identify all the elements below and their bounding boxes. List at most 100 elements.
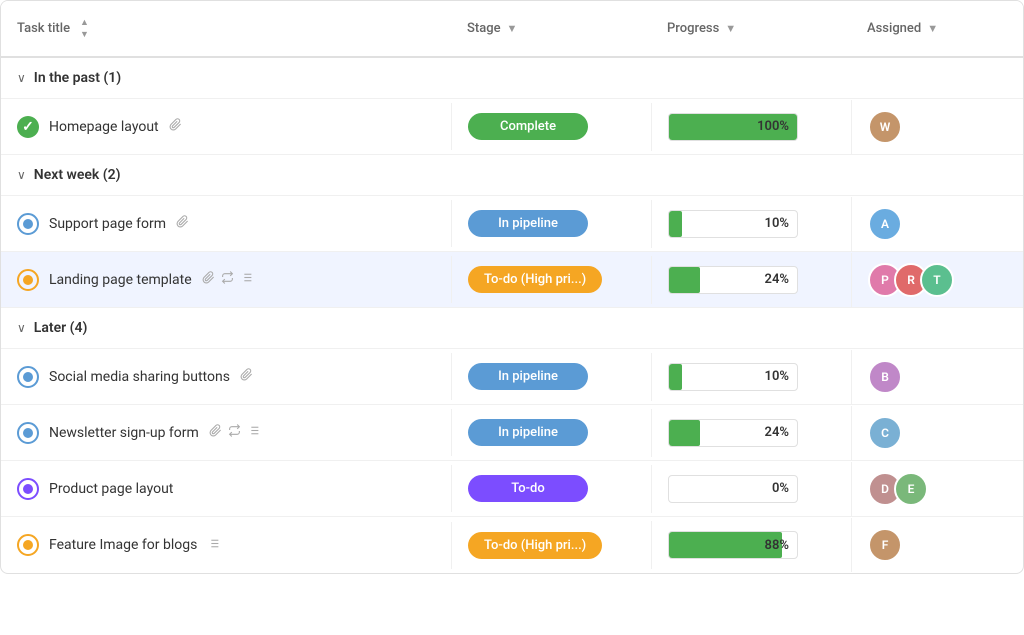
circle-icon: [23, 275, 33, 285]
progress-cell-newsletter-signup: 24%: [651, 409, 851, 457]
task-action-icons-landing-page-template: [202, 271, 253, 288]
assigned-cell-feature-image-blogs: F: [851, 518, 1021, 572]
group-header-next-week[interactable]: ∨ Next week (2): [1, 155, 1023, 196]
avatar: A: [868, 207, 902, 241]
avatar-group-newsletter-signup: C: [868, 416, 902, 450]
task-title-social-media-sharing[interactable]: Social media sharing buttons: [49, 369, 230, 385]
task-title-feature-image-blogs[interactable]: Feature Image for blogs: [49, 537, 197, 553]
circle-icon: [23, 219, 33, 229]
progress-bar-support-page-form: 10%: [668, 210, 798, 238]
list-icon: [240, 271, 253, 288]
task-title-support-page-form[interactable]: Support page form: [49, 216, 166, 232]
stage-badge-support-page-form[interactable]: In pipeline: [468, 210, 588, 237]
list-icon: [207, 537, 220, 554]
progress-bar-newsletter-signup: 24%: [668, 419, 798, 447]
task-cell-social-media-sharing: Social media sharing buttons: [1, 356, 451, 398]
task-table: Task title ▲ ▼ Stage ▼ Progress ▼ Assign…: [0, 0, 1024, 574]
task-status-icon-social-media-sharing: [17, 366, 39, 388]
stage-cell-feature-image-blogs: To-do (High pri...): [451, 522, 651, 569]
group-title: Later (4): [34, 320, 88, 336]
paperclip-icon: [209, 424, 222, 441]
progress-bar-homepage-layout: 100%: [668, 113, 798, 141]
avatar-group-homepage-layout: W: [868, 110, 902, 144]
header-progress[interactable]: Progress ▼: [651, 11, 851, 46]
stage-badge-feature-image-blogs[interactable]: To-do (High pri...): [468, 532, 602, 559]
task-row-support-page-form: Support page form In pipeline 10% A: [1, 196, 1023, 252]
progress-label-newsletter-signup: 24%: [765, 425, 789, 440]
task-row-feature-image-blogs: Feature Image for blogs To-do (High pri..…: [1, 517, 1023, 573]
list-icon: [247, 424, 260, 441]
sort-icon: ▲ ▼: [80, 17, 89, 40]
table-header: Task title ▲ ▼ Stage ▼ Progress ▼ Assign…: [1, 1, 1023, 58]
task-title-label: Task title: [17, 21, 70, 36]
stage-cell-homepage-layout: Complete: [451, 103, 651, 150]
paperclip-icon: [176, 215, 189, 232]
progress-fill-landing-page-template: [669, 267, 700, 293]
task-cell-feature-image-blogs: Feature Image for blogs: [1, 524, 451, 566]
task-row-social-media-sharing: Social media sharing buttons In pipeline 1…: [1, 349, 1023, 405]
assigned-cell-landing-page-template: PRT: [851, 253, 1021, 307]
circle-icon: [23, 484, 33, 494]
group-header-in-the-past[interactable]: ∨ In the past (1): [1, 58, 1023, 99]
header-stage[interactable]: Stage ▼: [451, 11, 651, 46]
task-action-icons-newsletter-signup: [209, 424, 260, 441]
task-title-product-page-layout[interactable]: Product page layout: [49, 481, 173, 497]
task-cell-homepage-layout: ✓ Homepage layout: [1, 106, 451, 148]
task-status-icon-support-page-form: [17, 213, 39, 235]
repeat-icon: [228, 424, 241, 441]
avatar: F: [868, 528, 902, 562]
task-status-icon-landing-page-template: [17, 269, 39, 291]
progress-label-support-page-form: 10%: [765, 216, 789, 231]
progress-cell-support-page-form: 10%: [651, 200, 851, 248]
task-status-icon-feature-image-blogs: [17, 534, 39, 556]
task-title-newsletter-signup[interactable]: Newsletter sign-up form: [49, 425, 199, 441]
progress-fill-support-page-form: [669, 211, 682, 237]
task-action-icons-support-page-form: [176, 215, 189, 232]
avatar: B: [868, 360, 902, 394]
avatar-group-social-media-sharing: B: [868, 360, 902, 394]
task-cell-support-page-form: Support page form: [1, 203, 451, 245]
circle-icon: [23, 540, 33, 550]
assigned-cell-social-media-sharing: B: [851, 350, 1021, 404]
avatar: E: [894, 472, 928, 506]
repeat-icon: [221, 271, 234, 288]
chevron-icon: ∨: [17, 71, 26, 85]
stage-cell-support-page-form: In pipeline: [451, 200, 651, 247]
assigned-label: Assigned: [867, 21, 921, 36]
avatar: C: [868, 416, 902, 450]
progress-bar-feature-image-blogs: 88%: [668, 531, 798, 559]
stage-badge-newsletter-signup[interactable]: In pipeline: [468, 419, 588, 446]
task-row-homepage-layout: ✓ Homepage layout Complete 100% W: [1, 99, 1023, 155]
stage-label: Stage: [467, 21, 501, 36]
task-title-homepage-layout[interactable]: Homepage layout: [49, 119, 159, 135]
task-title-landing-page-template[interactable]: Landing page template: [49, 272, 192, 288]
progress-label-homepage-layout: 100%: [757, 119, 789, 134]
task-status-icon-homepage-layout: ✓: [17, 116, 39, 138]
avatar-group-support-page-form: A: [868, 207, 902, 241]
chevron-down-icon: ▼: [927, 22, 938, 35]
stage-badge-homepage-layout[interactable]: Complete: [468, 113, 588, 140]
stage-badge-product-page-layout[interactable]: To-do: [468, 475, 588, 502]
checkmark-icon: ✓: [22, 119, 34, 135]
stage-badge-social-media-sharing[interactable]: In pipeline: [468, 363, 588, 390]
task-cell-newsletter-signup: Newsletter sign-up form: [1, 412, 451, 454]
task-status-icon-product-page-layout: [17, 478, 39, 500]
task-cell-landing-page-template: Landing page template: [1, 259, 451, 301]
progress-label-social-media-sharing: 10%: [765, 369, 789, 384]
avatar: W: [868, 110, 902, 144]
task-action-icons-social-media-sharing: [240, 368, 253, 385]
chevron-icon: ∨: [17, 168, 26, 182]
progress-label: Progress: [667, 21, 719, 36]
chevron-down-icon: ▼: [507, 22, 518, 35]
circle-icon: [23, 428, 33, 438]
progress-cell-landing-page-template: 24%: [651, 256, 851, 304]
header-assigned[interactable]: Assigned ▼: [851, 11, 1021, 46]
stage-cell-landing-page-template: To-do (High pri...): [451, 256, 651, 303]
progress-bar-product-page-layout: 0%: [668, 475, 798, 503]
progress-fill-newsletter-signup: [669, 420, 700, 446]
task-action-icons-feature-image-blogs: [207, 537, 220, 554]
group-header-later[interactable]: ∨ Later (4): [1, 308, 1023, 349]
header-task-title[interactable]: Task title ▲ ▼: [1, 11, 451, 46]
stage-badge-landing-page-template[interactable]: To-do (High pri...): [468, 266, 602, 293]
stage-cell-social-media-sharing: In pipeline: [451, 353, 651, 400]
